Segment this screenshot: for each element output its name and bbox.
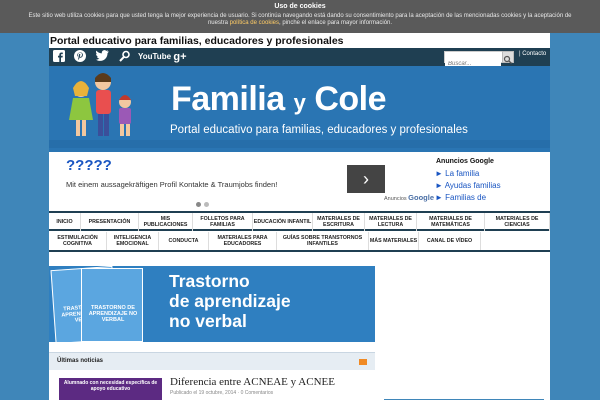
twitter-icon[interactable] [95,50,109,64]
featured-title-line: no verbal [169,311,247,331]
brand-part-b: Cole [314,80,387,118]
cookie-message: Este sitio web utiliza cookies para que … [0,10,600,27]
featured-slide[interactable]: TRASTORNO DE APRENDIZAJE NO VERBAL TRAST… [49,266,375,342]
search-icon [503,55,512,64]
facebook-icon[interactable] [52,50,66,64]
nav-item-inicio[interactable]: INICIO [49,213,81,231]
nav-item-presentacion[interactable]: PRESENTACIÓN [81,213,139,231]
nav-item-matematicas[interactable]: MATERIALES DE MATEMÁTICAS [417,213,485,231]
featured-title-line: de aprendizaje [169,291,291,311]
nav-item-publicaciones[interactable]: MIS PUBLICACIONES [139,213,193,231]
chevron-right-icon: › [363,169,369,189]
nav-item-lectura[interactable]: MATERIALES DE LECTURA [365,213,417,231]
google-logo: Google [408,193,435,202]
ad-link[interactable]: ► Familias de [435,193,486,202]
book-cover: TRASTORNO DE APRENDIZAJE NO VERBAL [81,268,143,342]
cookie-title: Uso de cookies [274,3,326,10]
search-people-icon[interactable] [118,50,132,64]
carousel-dot[interactable] [196,202,201,207]
ads-by-google[interactable]: Anuncios Google [384,193,434,202]
featured-title-line: Trastorno [169,271,250,291]
pinterest-icon[interactable] [73,50,87,64]
post-thumbnail[interactable]: Alumnado con necesidad específica de apo… [59,378,162,400]
nav-item-educacion-infantil[interactable]: EDUCACIÓN INFANTIL [253,213,313,231]
nav-item-canal-video[interactable]: CANAL DE VÍDEO [419,232,481,250]
nav-item-educadores[interactable]: MATERIALES PARA EDUCADORES [209,232,277,250]
ad-headline[interactable]: ????? [66,157,112,174]
post-title[interactable]: Diferencia entre ACNEAE y ACNEE [170,376,335,388]
google-plus-icon[interactable]: g+ [173,50,187,64]
cookie-policy-link[interactable]: política de cookies [230,20,279,26]
nav-item-folletos[interactable]: FOLLETOS PARA FAMILIAS [193,213,253,231]
nav-row-1: INICIO PRESENTACIÓN MIS PUBLICACIONES FO… [49,211,550,231]
social-bar: YouTube g+ | Contacto [49,48,550,69]
latest-news-label: Últimas noticias [57,358,104,364]
nav-item-conducta[interactable]: CONDUCTA [159,232,209,250]
main-nav: INICIO PRESENTACIÓN MIS PUBLICACIONES FO… [49,210,550,254]
family-illustration [69,73,131,136]
nav-item-estimulacion[interactable]: ESTIMULACIÓN COGNITIVA [49,232,107,250]
ad-headline-mark: ? [102,157,112,174]
book-cover-title: TRASTORNO DE APRENDIZAJE NO VERBAL [88,305,138,323]
ads-by-label: Anuncios [384,196,407,202]
ad-link[interactable]: ► Ayudas familias [435,181,501,190]
ad-area: ????? Mit einem aussagekräftigen Profil … [49,152,550,210]
cookie-banner: Uso de cookies Este sitio web utiliza co… [0,0,600,33]
nav-row-2: ESTIMULACIÓN COGNITIVA INTELIGENCIA EMOC… [49,232,550,252]
contact-link[interactable]: | Contacto [519,51,546,57]
brand-logo: Familia y Cole [171,80,387,119]
rss-icon[interactable] [359,359,367,365]
youtube-icon[interactable]: YouTube [138,50,171,64]
featured-title: Trastorno de aprendizaje no verbal [169,271,291,331]
brand-part-y: y [293,90,306,115]
ad-headline-text: ???? [66,157,103,174]
carousel-dot[interactable] [204,202,209,207]
brand-part-a: Familia [171,80,285,118]
nav-item-mas-materiales[interactable]: MÁS MATERIALES [369,232,419,250]
page: Portal educativo para familias, educador… [49,33,550,400]
google-ads-title[interactable]: Anuncios Google [436,158,494,165]
nav-item-ciencias[interactable]: MATERIALES DE CIENCIAS [485,213,550,231]
nav-item-guias[interactable]: GUÍAS SOBRE TRANSTORNOS INFANTILES [277,232,369,250]
search-button[interactable] [502,51,514,64]
cookie-message-suffix: , pinche el enlace para mayor informació… [279,20,393,26]
latest-news-header: Últimas noticias [49,352,375,370]
brand-tagline: Portal educativo para familias, educador… [170,124,468,136]
nav-item-inteligencia[interactable]: INTELIGENCIA EMOCIONAL [107,232,159,250]
ad-link[interactable]: ► La familia [435,169,479,178]
nav-item-escritura[interactable]: MATERIALES DE ESCRITURA [313,213,365,231]
ad-next-button[interactable]: › [347,165,385,193]
post-thumbnail-text: Alumnado con necesidad específica de apo… [63,380,158,392]
site-title: Portal educativo para familias, educador… [50,35,344,47]
ad-body[interactable]: Mit einem aussagekräftigen Profil Kontak… [66,180,277,189]
post-meta: Publicado el 19 octubre, 2014 · 0 Coment… [170,390,274,396]
